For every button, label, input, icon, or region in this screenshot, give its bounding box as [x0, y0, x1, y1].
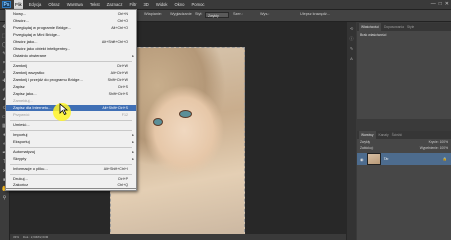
close-icon[interactable]: ✕	[445, 1, 449, 7]
tab-paths[interactable]: Ścieżki	[392, 131, 402, 139]
visibility-eye-icon[interactable]: ◉	[360, 157, 364, 162]
feather-label: Wtapianie:	[144, 12, 162, 16]
menu-item-new[interactable]: Nowy... Ctrl+N	[6, 11, 136, 17]
lock-fill-row: Zablokuj: Wypełnienie: 100%	[357, 145, 451, 151]
tab-adjustments[interactable]: Dopasowania	[384, 23, 404, 31]
menu-item-scripts[interactable]: Skrypty ▸	[6, 156, 136, 162]
status-bar: 33% Dok.: 2,63M/2,63M	[10, 234, 346, 240]
menu-separator	[10, 174, 132, 175]
menu-item-save[interactable]: Zapisz Ctrl+S	[6, 84, 136, 90]
menu-items: Plik Edycja Obraz Warstwa Tekst Zaznacz …	[14, 0, 206, 9]
window-controls: — □ ✕	[431, 1, 449, 7]
menu-view[interactable]: Widok	[155, 0, 169, 9]
zoom-tool-icon[interactable]: ⚲	[1, 195, 8, 202]
tab-properties[interactable]: Właściwości	[359, 23, 381, 31]
fill-label: Wypełnienie:	[419, 146, 439, 150]
height-label: Wys.:	[260, 12, 270, 16]
style-label: Styl:	[195, 12, 203, 16]
submenu-arrow-icon: ▸	[132, 157, 134, 161]
menu-layer[interactable]: Warstwa	[66, 0, 84, 9]
menu-item-place[interactable]: Umieść...	[6, 122, 136, 128]
style-select[interactable]: Zwykły	[205, 12, 229, 18]
layer-name: Tło	[383, 157, 389, 161]
submenu-arrow-icon: ▸	[132, 54, 134, 58]
photo-eye-left	[153, 118, 163, 126]
menu-item-revert: Przywróć F12	[13, 112, 128, 117]
properties-tabs: Właściwości Dopasowania Style	[357, 23, 451, 31]
menu-item-close[interactable]: Zamknij Ctrl+W	[6, 63, 136, 69]
photoshop-logo: Ps	[2, 1, 11, 8]
panel-dock-strip: ⟲ ⓘ ✎ A	[347, 22, 356, 240]
menu-separator	[10, 130, 132, 131]
layer-row-background[interactable]: ◉ Tło 🔒	[357, 153, 451, 165]
antialias-label: Wygładzanie	[170, 12, 192, 16]
menu-separator	[10, 147, 132, 148]
properties-panel: Właściwości Dopasowania Style Brak właśc…	[357, 23, 451, 119]
properties-title: Brak właściwości	[360, 33, 387, 37]
menu-item-open[interactable]: Otwórz... Ctrl+O	[6, 18, 136, 24]
brush-panel-icon[interactable]: ✎	[348, 45, 355, 52]
submenu-arrow-icon: ▸	[132, 133, 134, 137]
menu-item-close-all[interactable]: Zamknij wszystko Alt+Ctrl+W	[6, 70, 136, 76]
blend-mode-select[interactable]: Zwykły	[360, 140, 370, 144]
tab-styles[interactable]: Style	[407, 23, 414, 31]
layers-tabs: Warstwy Kanały Ścieżki	[357, 131, 451, 139]
menu-file[interactable]: Plik	[14, 0, 23, 9]
menu-item-quit[interactable]: Zakończ Ctrl+Q	[5, 182, 137, 189]
mouse-cursor-icon	[59, 103, 68, 115]
menu-item-save-as[interactable]: Zapisz jako... Shift+Ctrl+S	[6, 91, 136, 97]
menu-item-browse-mini-bridge[interactable]: Przeglądaj w Mini Bridge...	[6, 32, 136, 38]
menu-item-file-info[interactable]: Informacje o pliku... Alt+Shift+Ctrl+I	[6, 166, 136, 172]
maximize-icon[interactable]: □	[439, 1, 442, 7]
menu-help[interactable]: Pomoc	[190, 0, 205, 9]
menu-item-save-for-web[interactable]: Zapisz dla Internetu... Alt+Shift+Ctrl+S	[6, 105, 136, 111]
menu-separator	[10, 164, 132, 165]
menu-item-recent[interactable]: Ostatnio otwierane ▸	[6, 53, 136, 59]
menu-image[interactable]: Obraz	[47, 0, 60, 9]
tab-layers[interactable]: Warstwy	[359, 131, 376, 139]
menu-item-open-smart-object[interactable]: Otwórz jako obiekt inteligentny...	[6, 46, 136, 52]
menu-item-automate[interactable]: Automatyzuj ▸	[6, 149, 136, 155]
opacity-label: Krycie:	[428, 140, 439, 144]
opacity-value[interactable]: 100%	[440, 140, 448, 144]
lock-icon: 🔒	[442, 157, 447, 161]
menu-item-check-in: Zamelduj...	[13, 98, 33, 103]
fill-value[interactable]: 100%	[440, 146, 448, 150]
submenu-arrow-icon: ▸	[132, 150, 134, 154]
submenu-arrow-icon: ▸	[132, 140, 134, 144]
menu-select[interactable]: Zaznacz	[106, 0, 124, 9]
menu-item-export[interactable]: Eksportuj ▸	[6, 139, 136, 145]
history-icon[interactable]: ⟲	[348, 25, 355, 32]
menu-edit[interactable]: Edycja	[28, 0, 43, 9]
lock-label: Zablokuj:	[360, 146, 374, 150]
layers-panel: Warstwy Kanały Ścieżki Zwykły Krycie: 10…	[357, 131, 451, 240]
character-icon[interactable]: A	[348, 55, 355, 62]
menu-item-close-go-bridge[interactable]: Zamknij i przejdź do programu Bridge... S…	[6, 77, 136, 83]
info-icon[interactable]: ⓘ	[348, 35, 355, 42]
zoom-level[interactable]: 33%	[13, 235, 19, 239]
menu-window[interactable]: Okno	[173, 0, 185, 9]
menu-item-browse-bridge[interactable]: Przeglądaj w programie Bridge... Alt+Ctrl…	[6, 25, 136, 31]
menu-filter[interactable]: Filtr	[128, 0, 137, 9]
file-menu-dropdown: Nowy... Ctrl+N Otwórz... Ctrl+O Przeglądaj…	[5, 9, 137, 191]
photo-eye-right	[179, 110, 192, 118]
layer-thumbnail	[366, 153, 381, 165]
menu-separator	[10, 61, 132, 62]
tab-channels[interactable]: Kanały	[379, 131, 389, 139]
menu-3d[interactable]: 3D	[142, 0, 149, 9]
menu-type[interactable]: Tekst	[89, 0, 101, 9]
width-label: Szer.:	[233, 12, 243, 16]
doc-size: Dok.: 2,63M/2,63M	[22, 235, 49, 239]
menu-item-import[interactable]: Importuj ▸	[6, 132, 136, 138]
menu-item-open-as[interactable]: Otwórz jako... Alt+Shift+Ctrl+O	[6, 39, 136, 45]
menu-separator	[10, 120, 132, 121]
minimize-icon[interactable]: —	[431, 1, 436, 7]
refine-edge-button[interactable]: Ulepsz krawędź...	[300, 12, 330, 16]
